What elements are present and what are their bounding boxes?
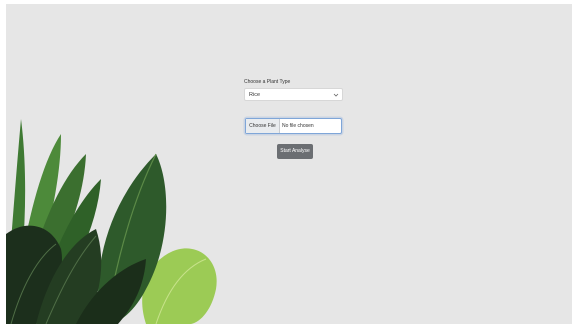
plant-type-selected-value: Rice	[249, 92, 261, 98]
file-upload-input[interactable]: Choose File No file chosen	[245, 118, 342, 134]
plant-type-select[interactable]: Rice	[244, 88, 343, 101]
file-status-text: No file chosen	[282, 123, 314, 129]
plant-analysis-form: Choose a Plant Type Rice Choose File No …	[244, 79, 344, 159]
tropical-leaves-image	[6, 119, 217, 324]
plant-type-label: Choose a Plant Type	[244, 79, 291, 85]
start-analyse-button[interactable]: Start Analyse	[277, 144, 313, 159]
choose-file-button[interactable]: Choose File	[246, 119, 280, 133]
chevron-down-icon	[333, 93, 339, 97]
page-background: Choose a Plant Type Rice Choose File No …	[6, 4, 572, 324]
